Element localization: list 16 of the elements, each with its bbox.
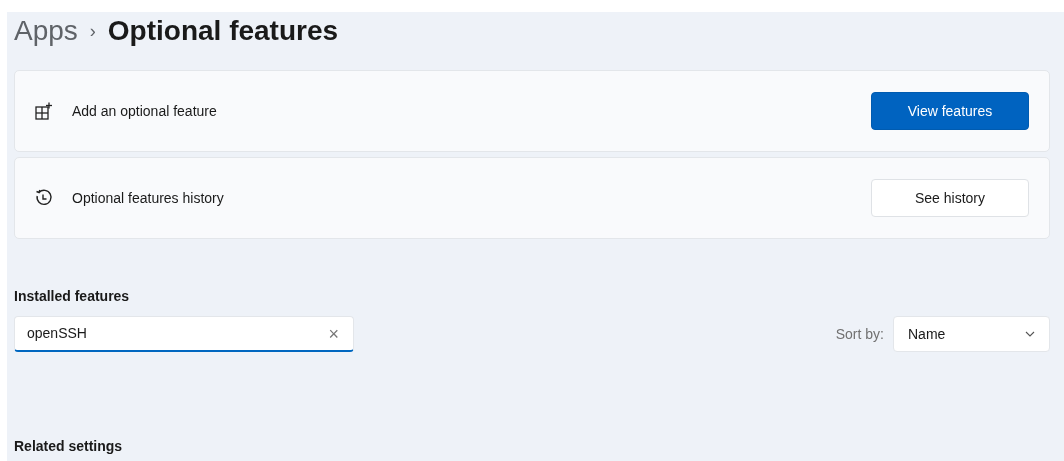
- chevron-down-icon: [1025, 331, 1035, 337]
- history-icon: [35, 189, 53, 207]
- section-heading: Related settings: [14, 437, 124, 456]
- sort-dropdown[interactable]: Name: [893, 316, 1050, 352]
- see-history-button[interactable]: See history: [871, 179, 1029, 217]
- sort-label: Sort by:: [835, 324, 884, 344]
- card-label: Add an optional feature: [72, 101, 218, 121]
- card-label: Optional features history: [72, 188, 225, 208]
- search-field[interactable]: openSSH ×: [14, 316, 354, 352]
- add-apps-icon: [35, 102, 53, 120]
- view-features-button[interactable]: View features: [871, 92, 1029, 130]
- breadcrumb-separator: ›: [89, 22, 96, 40]
- page-title: Optional features: [107, 17, 339, 45]
- clear-button[interactable]: ×: [328, 324, 339, 343]
- section-heading: Installed features: [14, 287, 131, 306]
- breadcrumb-link[interactable]: Apps: [14, 17, 78, 45]
